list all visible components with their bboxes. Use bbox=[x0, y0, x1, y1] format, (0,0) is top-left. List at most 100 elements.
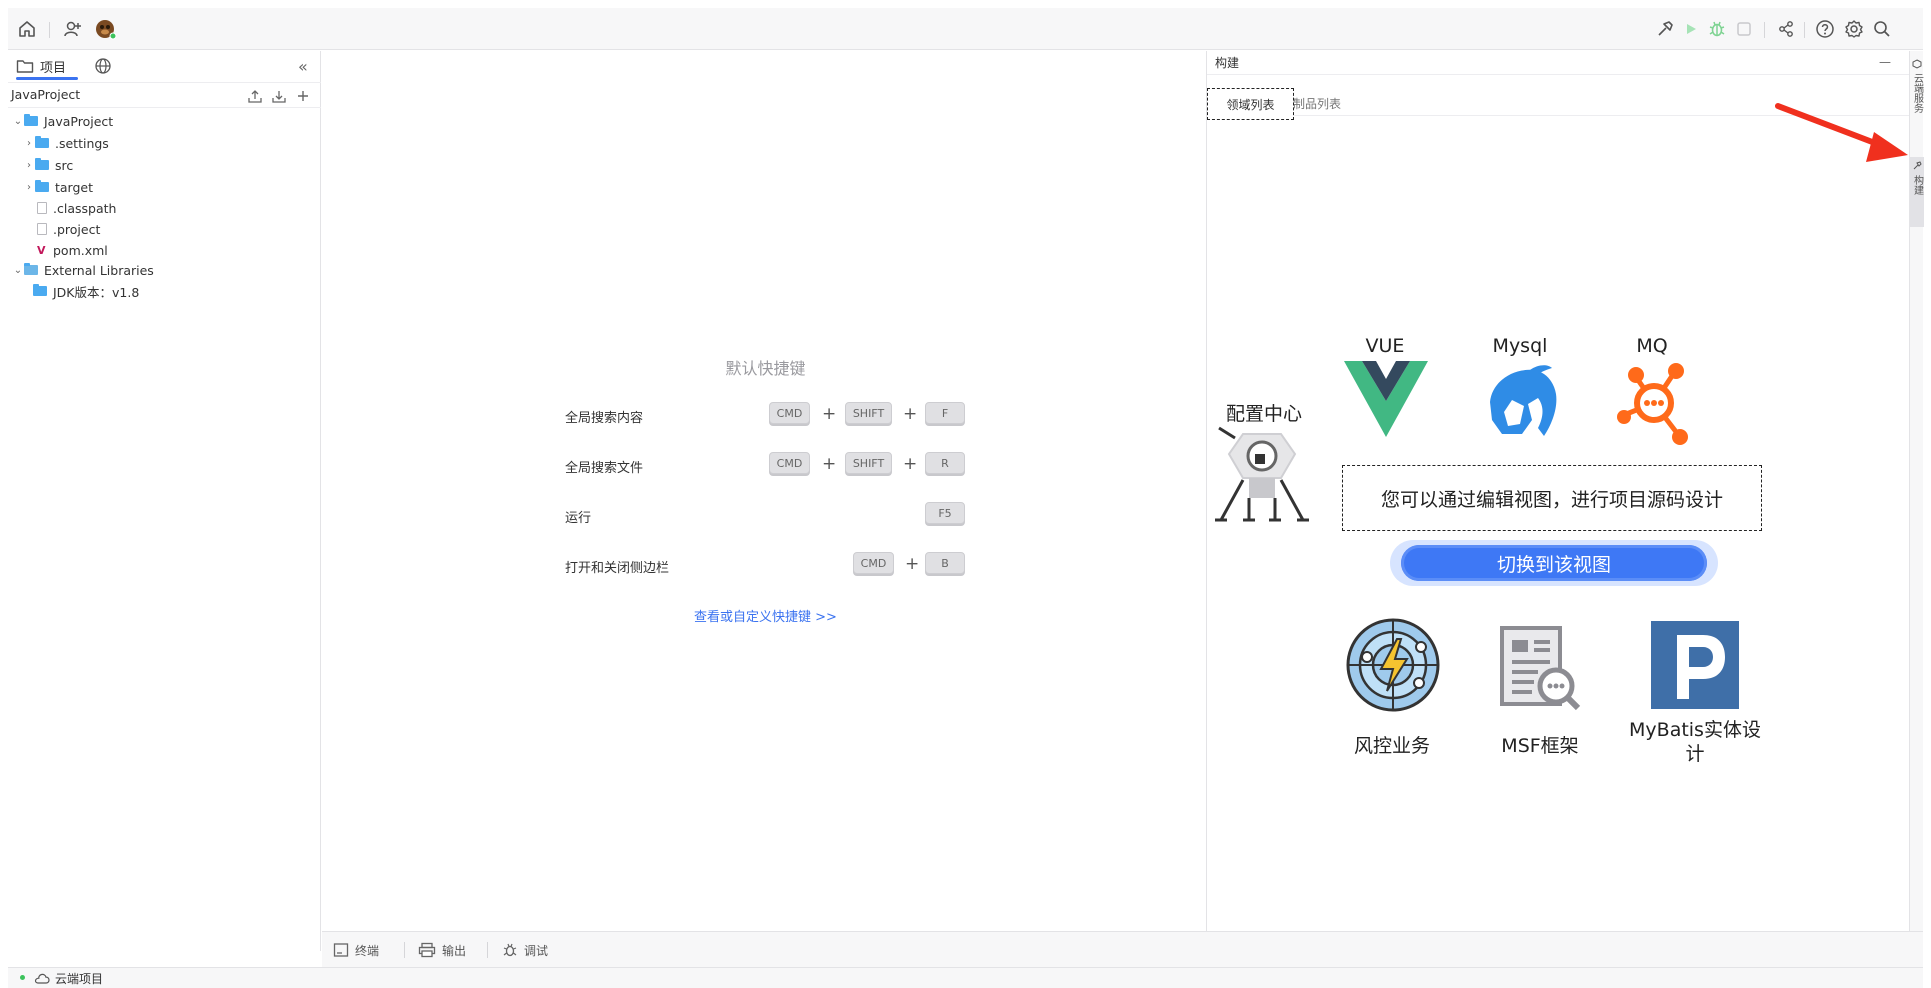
active-tab-indicator bbox=[16, 77, 78, 80]
lunar-lander-icon[interactable] bbox=[1213, 424, 1317, 524]
stop-icon[interactable] bbox=[1732, 17, 1756, 41]
key-cap: CMD bbox=[769, 402, 810, 424]
project-header-title: JavaProject bbox=[11, 87, 81, 102]
vue-label: VUE bbox=[1365, 335, 1405, 357]
tree-item-classpath[interactable]: .classpath bbox=[37, 198, 116, 218]
hammer-icon[interactable] bbox=[1653, 17, 1677, 41]
add-user-icon[interactable] bbox=[61, 17, 85, 41]
mq-label: MQ bbox=[1636, 335, 1668, 357]
msf-framework-icon[interactable] bbox=[1498, 624, 1582, 712]
terminal-icon bbox=[333, 943, 349, 957]
tree-item-external-libraries[interactable]: ⌄ External Libraries bbox=[12, 260, 154, 280]
status-bar: 云端项目 bbox=[8, 967, 1923, 988]
switch-view-button-wrap: 切换到该视图 bbox=[1390, 540, 1718, 586]
hammer-icon bbox=[1913, 161, 1922, 170]
tree-item-jdk[interactable]: JDK版本：v1.8 bbox=[33, 281, 139, 301]
tab-global[interactable] bbox=[94, 51, 112, 81]
folder-icon bbox=[35, 158, 49, 170]
minimize-button[interactable]: — bbox=[1879, 50, 1891, 74]
risk-control-label: 风控业务 bbox=[1353, 735, 1430, 757]
cloud-icon bbox=[34, 973, 50, 984]
avatar[interactable] bbox=[94, 17, 118, 41]
collapse-panel-icon[interactable]: « bbox=[298, 51, 308, 81]
rail-build[interactable]: 构建 bbox=[1910, 157, 1924, 227]
right-rail: 云端服务 构建 bbox=[1909, 51, 1924, 931]
chevron-down-icon: ⌄ bbox=[13, 115, 23, 127]
key-cap: B bbox=[925, 552, 965, 574]
rail-label: 云端服务 bbox=[1911, 73, 1923, 113]
debug-button[interactable]: 调试 bbox=[502, 941, 548, 959]
shortcut-row: 运行 F5 bbox=[565, 502, 971, 528]
debug-icon[interactable] bbox=[1705, 17, 1729, 41]
rail-label: 构建 bbox=[1911, 175, 1923, 195]
tree-item-javaproject[interactable]: ⌄ JavaProject bbox=[12, 111, 113, 131]
mybatis-icon[interactable] bbox=[1651, 621, 1739, 709]
search-icon[interactable] bbox=[1870, 17, 1894, 41]
vue-icon[interactable] bbox=[1344, 361, 1428, 437]
key-cap: F5 bbox=[925, 502, 965, 524]
tab-products[interactable]: 制品列表 bbox=[1293, 95, 1341, 112]
tree-item-project[interactable]: .project bbox=[37, 219, 100, 239]
tree-label: JDK版本：v1.8 bbox=[53, 284, 140, 300]
chevron-right-icon: › bbox=[27, 137, 31, 149]
key-cap: F bbox=[925, 402, 965, 424]
project-header: JavaProject bbox=[8, 82, 321, 108]
key-cap: CMD bbox=[853, 552, 894, 574]
key-cap: SHIFT bbox=[845, 402, 892, 424]
printer-icon bbox=[418, 942, 436, 958]
tree-item-settings[interactable]: › .settings bbox=[23, 133, 109, 153]
risk-control-icon[interactable] bbox=[1345, 617, 1441, 713]
tree-label: External Libraries bbox=[44, 262, 154, 278]
plus-sign: + bbox=[903, 404, 918, 424]
cube-icon bbox=[1912, 59, 1922, 69]
run-icon[interactable] bbox=[1679, 17, 1703, 41]
plus-sign: + bbox=[903, 454, 918, 474]
explorer-tabs: 项目 « bbox=[8, 51, 321, 81]
file-icon bbox=[37, 223, 47, 235]
build-panel-title: 构建 bbox=[1215, 56, 1240, 70]
key-cap: CMD bbox=[769, 452, 810, 474]
add-icon[interactable] bbox=[295, 88, 311, 104]
mysql-label: Mysql bbox=[1492, 335, 1548, 357]
project-explorer: 项目 « JavaProject ⌄ JavaProject › .settin… bbox=[8, 51, 321, 951]
tab-domains[interactable]: 领域列表 bbox=[1207, 88, 1294, 120]
bug-icon bbox=[503, 943, 517, 957]
output-button[interactable]: 输出 bbox=[418, 941, 466, 959]
debug-label: 调试 bbox=[524, 943, 549, 958]
rail-cloud-service[interactable]: 云端服务 bbox=[1910, 59, 1924, 129]
config-center-label: 配置中心 bbox=[1225, 403, 1302, 425]
terminal-label: 终端 bbox=[355, 943, 380, 958]
tree-label: pom.xml bbox=[53, 242, 108, 258]
folder-icon bbox=[35, 180, 49, 192]
key-cap: SHIFT bbox=[845, 452, 892, 474]
shortcut-row: 打开和关闭侧边栏 CMD + B bbox=[565, 552, 971, 578]
terminal-button[interactable]: 终端 bbox=[333, 941, 379, 959]
cloud-project-button[interactable]: 云端项目 bbox=[34, 970, 103, 987]
editor-area: 默认快捷键 全局搜索内容 CMD + SHIFT + F 全局搜索文件 CMD … bbox=[322, 51, 1209, 931]
tree-item-target[interactable]: › target bbox=[23, 177, 93, 197]
download-icon[interactable] bbox=[271, 88, 287, 104]
folder-icon bbox=[16, 60, 34, 73]
customize-shortcuts-link[interactable]: 查看或自定义快捷键 >> bbox=[322, 606, 1209, 625]
folder-icon bbox=[33, 284, 47, 296]
mq-icon[interactable] bbox=[1616, 361, 1694, 445]
tree-item-src[interactable]: › src bbox=[23, 155, 73, 175]
folder-icon bbox=[35, 136, 49, 148]
mysql-dolphin-icon[interactable] bbox=[1482, 362, 1562, 442]
top-toolbar bbox=[8, 8, 1923, 50]
output-label: 输出 bbox=[442, 943, 467, 958]
switch-view-button[interactable]: 切换到该视图 bbox=[1401, 545, 1707, 581]
edit-view-notice: 您可以通过编辑视图，进行项目源码设计 bbox=[1342, 465, 1762, 531]
home-icon[interactable] bbox=[15, 17, 39, 41]
cloud-project-label: 云端项目 bbox=[55, 972, 104, 986]
tree-label: JavaProject bbox=[44, 113, 114, 129]
help-icon[interactable] bbox=[1813, 17, 1837, 41]
share-icon[interactable] bbox=[1774, 17, 1798, 41]
tree-label: .project bbox=[53, 221, 101, 237]
tree-item-pom[interactable]: V pom.xml bbox=[37, 240, 108, 260]
chevron-right-icon: › bbox=[27, 181, 31, 193]
upload-icon[interactable] bbox=[247, 88, 263, 104]
shortcut-title: 默认快捷键 bbox=[725, 359, 806, 378]
settings-icon[interactable] bbox=[1842, 17, 1866, 41]
shortcut-row: 全局搜索文件 CMD + SHIFT + R bbox=[565, 452, 971, 478]
